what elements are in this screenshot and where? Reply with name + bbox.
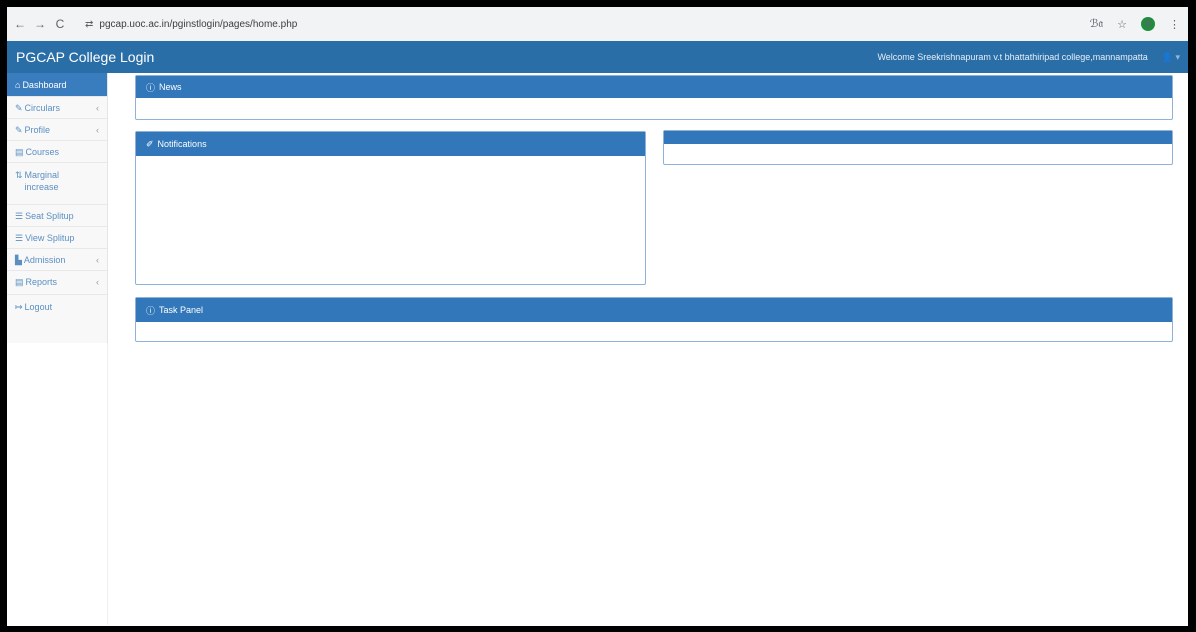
app-title[interactable]: PGCAP College Login [16,49,154,65]
browser-toolbar: ← → C ⇄ pgcap.uoc.ac.in/pginstlogin/page… [7,7,1188,42]
address-bar[interactable]: ⇄ pgcap.uoc.ac.in/pginstlogin/pages/home… [77,13,1053,35]
user-menu-icon[interactable]: 👤 ▾ [1162,52,1180,63]
sidebar-item-label: View Splitup [25,233,75,243]
sort-icon: ⇅ [15,170,23,180]
logout-icon: ↦ [15,302,23,312]
panel-title: Task Panel [159,305,204,315]
translate-icon[interactable]: ℬ𝔞 [1090,17,1103,31]
welcome-text: Welcome Sreekrishnapuram v.t bhattathiri… [877,52,1148,62]
sidebar-item-label: Circulars [24,103,61,113]
empty-panel-header [664,131,1172,144]
news-panel-header: ⓘ News [136,76,1172,98]
edit-icon: ✐ [146,138,154,149]
app-header: PGCAP College Login Welcome Sreekrishnap… [7,41,1188,73]
forward-arrow-icon[interactable]: → [33,17,47,31]
sidebar-item-seat-splitup[interactable]: ☰ Seat Splitup [7,205,107,227]
chevron-left-icon: ‹ [96,277,99,287]
news-panel: ⓘ News [135,75,1173,120]
sidebar-item-label: Profile [24,125,51,135]
pencil-icon: ✎ [15,103,23,113]
sidebar-item-courses[interactable]: ▤ Courses [7,141,107,163]
bookmark-star-icon[interactable]: ☆ [1117,18,1127,31]
profile-avatar[interactable]: 0 [1141,17,1155,31]
reload-icon[interactable]: C [53,17,67,31]
sidebar-item-label: Reports [25,277,58,287]
sidebar-item-reports[interactable]: ▤ Reports ‹ [7,271,107,295]
info-icon: ⓘ [146,82,156,93]
sidebar-item-view-splitup[interactable]: ☰ View Splitup [7,227,107,249]
sidebar-item-profile[interactable]: ✎ Profile ‹ [7,119,107,141]
sidebar: ⌂ Dashboard ✎ Circulars ‹ ✎ Profile ‹ ▤ … [7,73,108,343]
list-icon: ☰ [15,233,24,243]
chevron-left-icon: ‹ [96,255,99,265]
sidebar-item-marginal-increase[interactable]: ⇅ Marginal increase [7,163,107,205]
notifications-panel: ✐ Notifications [135,131,646,285]
sidebar-item-label: Admission [23,255,66,265]
notifications-panel-header: ✐ Notifications [136,132,645,156]
url-text: pgcap.uoc.ac.in/pginstlogin/pages/home.p… [99,18,298,30]
book-icon: ▤ [15,147,24,157]
sidebar-item-dashboard[interactable]: ⌂ Dashboard [7,73,107,97]
sidebar-item-label: Logout [24,302,53,312]
list-icon: ☰ [15,211,24,221]
book-icon: ▤ [15,277,24,287]
bookmark-icon: ▙ [15,255,22,265]
sidebar-item-admission[interactable]: ▙ Admission ‹ [7,249,107,271]
sidebar-item-label: Courses [25,147,60,157]
back-arrow-icon[interactable]: ← [13,17,27,31]
sidebar-item-label: Dashboard [22,80,67,90]
chevron-left-icon: ‹ [96,125,99,135]
panel-title: Notifications [157,139,207,149]
browser-menu-icon[interactable]: ⋮ [1169,18,1180,31]
info-icon: ⓘ [146,305,156,316]
sidebar-item-label: Seat Splitup [25,211,74,221]
task-panel-header: ⓘ Task Panel [136,298,1172,322]
dashboard-icon: ⌂ [15,80,21,90]
sidebar-item-circulars[interactable]: ✎ Circulars ‹ [7,97,107,119]
panel-title: News [159,82,182,92]
pencil-icon: ✎ [15,125,23,135]
task-panel: ⓘ Task Panel [135,297,1173,342]
sidebar-item-label: Marginal increase [24,170,60,192]
site-info-icon[interactable]: ⇄ [85,19,93,30]
sidebar-item-logout[interactable]: ↦ Logout [7,295,107,319]
empty-panel [663,130,1173,165]
chevron-left-icon: ‹ [96,103,99,113]
